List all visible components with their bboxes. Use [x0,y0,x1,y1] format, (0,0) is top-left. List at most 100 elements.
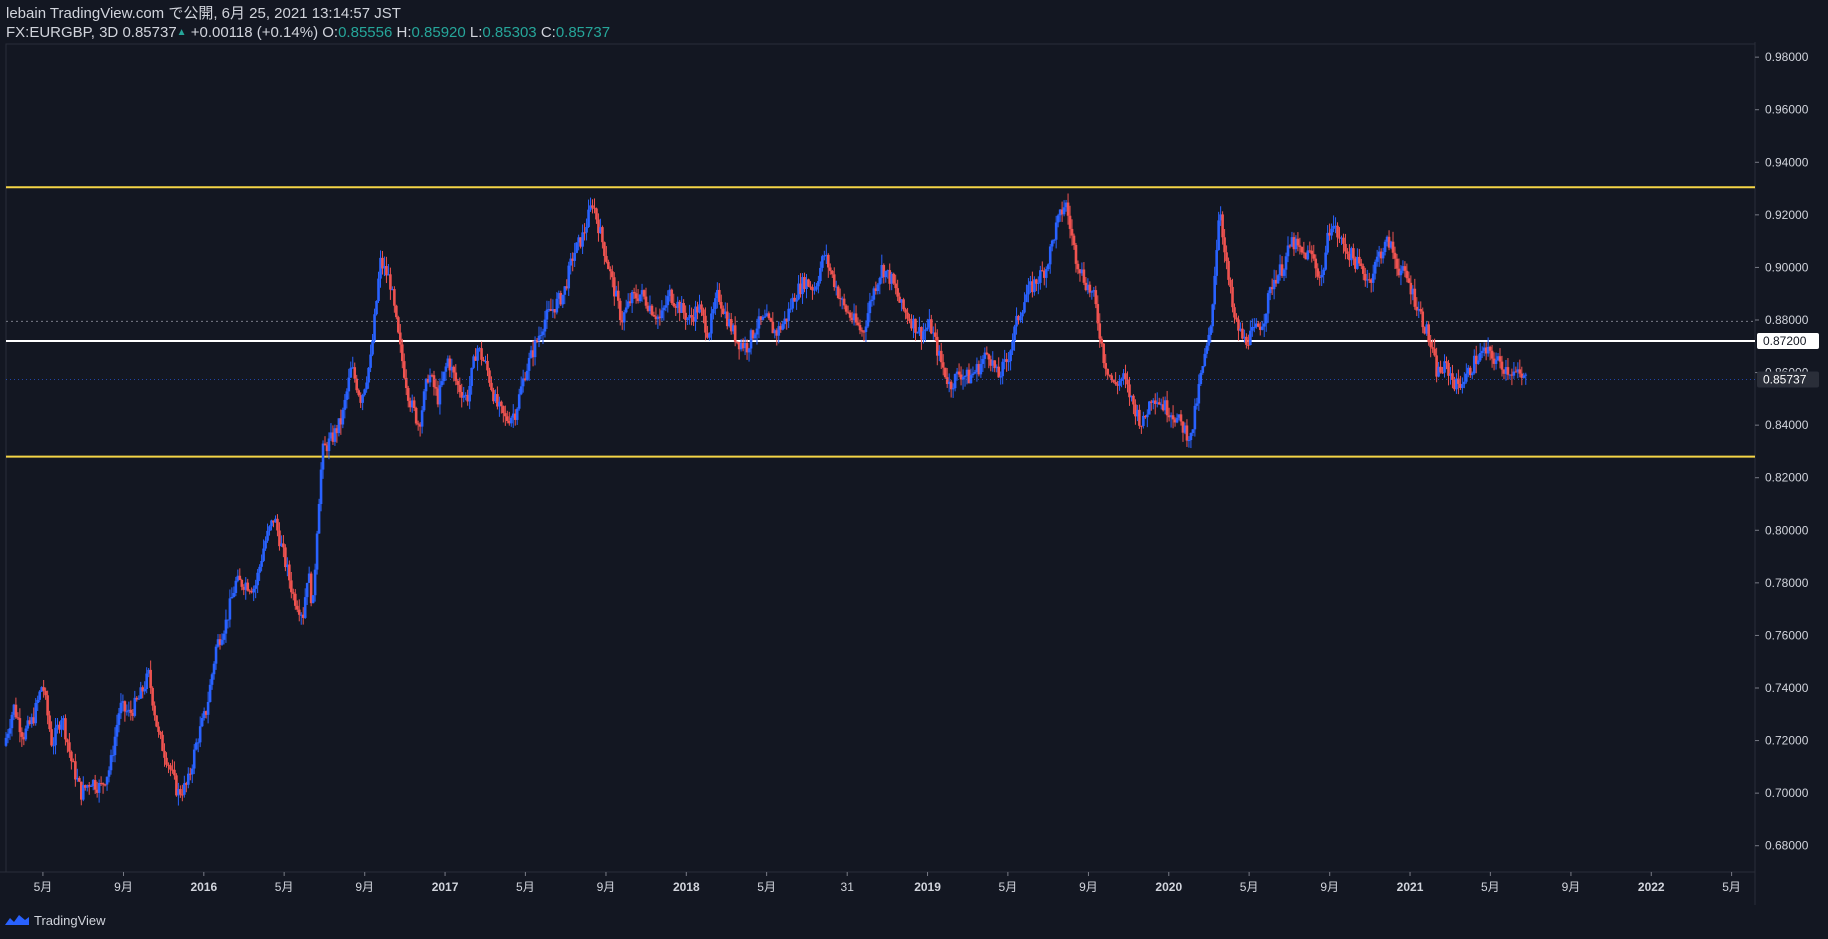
candle-body [412,400,416,408]
candle-body [650,305,654,315]
y-tick-label: 0.90000 [1765,260,1809,274]
candle-body [151,687,154,706]
candle-body [1253,326,1256,328]
x-tick-label: 5月 [1240,880,1259,894]
candle-body [1419,309,1423,312]
candle-body [860,330,864,332]
candle-body [1037,282,1040,284]
candle-body [527,357,531,371]
candle-body [1157,402,1161,405]
candle-body [517,394,521,409]
candle-body [224,619,228,634]
candle-body [44,690,47,696]
candle-body [1443,361,1446,373]
candle-body [1488,346,1492,351]
candle-body [753,334,757,339]
candle-body [230,596,234,599]
candle-body [1451,373,1454,380]
candle-body [1209,326,1213,335]
candle-body [74,761,77,780]
candle-body [611,271,614,278]
candle-body [319,469,323,505]
candle-body [125,711,129,713]
candle-body [54,727,57,746]
candle-body [163,750,166,758]
brand-label: TradingView [34,912,106,928]
candle-body [1381,252,1385,259]
candle-body [66,739,69,743]
x-tick-label: 9月 [114,880,133,894]
candle-body [842,298,846,306]
candle-body [1463,381,1466,385]
candle-body [1138,409,1141,426]
candle-body [634,293,638,299]
candle-body [832,274,836,288]
candle-body [192,749,196,769]
candle-body [1480,350,1484,354]
candle-body [1371,273,1375,283]
candle-body [1233,307,1236,318]
candle-body [321,443,325,470]
candle-body [1352,248,1355,259]
tradingview-logo-icon [5,915,29,925]
candle-body [214,646,218,664]
candle-body [1044,269,1048,278]
candlestick-chart[interactable]: 0.98000 0.96000 0.94000 0.92000 0.90000 0.880… [0,0,1828,905]
candle-body [567,265,571,289]
y-tick-label: 0.94000 [1765,155,1809,169]
candle-body [1506,367,1510,375]
candle-body [363,389,366,395]
candle-body [1330,228,1333,236]
candle-body [603,242,606,256]
footer-brand[interactable]: TradingView [4,910,106,930]
candle-body [434,387,438,389]
candle-body [222,633,226,640]
candle-body [1322,269,1325,275]
candle-body [1009,350,1012,362]
candle-body [385,266,388,276]
candle-body [504,413,507,417]
candle-body [357,390,360,396]
last-price-label: 0.85737 [1763,372,1807,386]
candle-body [957,371,961,375]
candle-body [672,303,676,307]
candle-body [1391,241,1395,253]
candle-body [490,382,493,391]
candle-body [1147,401,1151,415]
candle-body [951,388,955,390]
candle-body [1171,415,1175,420]
candle-body [377,278,380,301]
candle-body [1126,379,1129,385]
x-tick-label: 5月 [34,880,53,894]
candle-body [186,773,190,785]
candle-body [1312,254,1316,259]
candle-body [1445,361,1448,363]
candle-body [157,726,160,732]
candle-body [985,352,989,355]
x-tick-label: 9月 [355,880,374,894]
candle-body [327,438,331,452]
candle-body [1011,341,1014,351]
candle-body [1114,382,1117,385]
candle-body [1470,373,1474,376]
candle-body [1070,228,1074,236]
candle-body [1179,414,1183,422]
candle-body [1104,363,1108,369]
candle-body [343,399,347,410]
candle-body [896,288,899,297]
candle-body [924,329,927,332]
candle-body [64,718,67,740]
candle-body [1096,304,1100,324]
candle-body [89,786,93,788]
candle-body [941,362,945,368]
candle-body [1324,252,1327,270]
candle-body [1476,360,1480,364]
candle-body [470,367,473,386]
candle-body [789,308,792,310]
y-tick-label: 0.70000 [1765,786,1809,800]
candle-body [1360,263,1363,267]
candle-body [506,416,509,422]
candle-body [78,777,81,782]
candle-body [953,373,957,389]
candle-body [858,325,862,331]
